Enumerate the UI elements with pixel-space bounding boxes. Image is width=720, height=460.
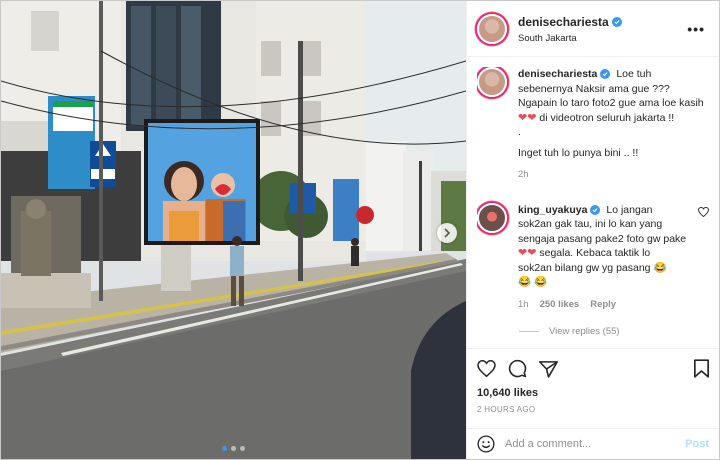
save-bookmark-icon[interactable] [694, 359, 709, 378]
post-timestamp: 2 HOURS AGO [477, 405, 536, 414]
replies-divider [519, 331, 539, 332]
likes-count[interactable]: 10,640 likes [477, 387, 709, 399]
reply-button[interactable]: Reply [590, 298, 616, 313]
comment-time[interactable]: 1h [518, 298, 529, 313]
add-comment-bar: Post [467, 428, 719, 459]
post-comment-button[interactable]: Post [685, 438, 709, 450]
caption-username-row: denisechariesta [518, 67, 611, 82]
heart-emoji-icon: ❤ [518, 111, 528, 124]
commenter-avatar[interactable] [477, 202, 507, 233]
comment-text-2: segala. Kebaca taktik lo sok2an bilang g… [518, 247, 651, 274]
carousel-dot-1 [222, 446, 227, 451]
street-scene-image [1, 1, 466, 459]
commenter-username-row: king_uyakuya [518, 203, 601, 218]
verified-badge-icon [590, 204, 601, 215]
post-side-panel: denisechariesta South Jakarta ••• denise… [466, 1, 719, 459]
verified-badge-icon [600, 69, 611, 80]
heart-emoji-icon: ❤ [518, 247, 528, 259]
caption-username[interactable]: denisechariesta [518, 67, 597, 82]
post-actions: 10,640 likes 2 HOURS AGO [467, 348, 719, 414]
share-paper-plane-icon[interactable] [539, 360, 558, 378]
post-photo[interactable] [1, 1, 466, 459]
comment-meta: 1h 250 likes Reply [518, 298, 687, 313]
author-username-row: denisechariesta [518, 15, 622, 29]
comment-input[interactable] [505, 438, 676, 450]
comment-body: king_uyakuya Lo jangan sok2an gak tau, i… [518, 203, 687, 313]
comment-bubble-icon[interactable] [508, 359, 527, 378]
comment-like-heart-icon[interactable] [698, 206, 709, 217]
more-options-button[interactable]: ••• [683, 21, 709, 37]
carousel-dot-3 [240, 446, 245, 451]
emoji-smiley-icon[interactable] [477, 435, 495, 453]
view-replies-label: View replies (55) [549, 326, 620, 337]
chevron-right-icon [444, 228, 451, 238]
carousel-indicator [1, 446, 466, 451]
caption-text-4: Inget tuh lo punya bini .. !! [518, 146, 639, 159]
caption-author-avatar[interactable] [477, 67, 507, 97]
comments-list: denisechariesta Loe tuh sebenernya Naksi… [477, 67, 709, 339]
carousel-next-button[interactable] [437, 223, 457, 243]
view-replies-button[interactable]: View replies (55) [519, 326, 709, 337]
post-location[interactable]: South Jakarta [518, 33, 683, 44]
comment-likes[interactable]: 250 likes [540, 298, 580, 313]
action-icons [477, 359, 709, 378]
header-text: denisechariesta South Jakarta [518, 13, 683, 44]
heart-emoji-icon: ❤ [527, 111, 537, 124]
laughing-emoji-icon: 😂 [518, 276, 532, 288]
carousel-dot-2 [231, 446, 236, 451]
caption-comment: denisechariesta Loe tuh sebenernya Naksi… [477, 67, 709, 183]
like-heart-icon[interactable] [477, 360, 496, 377]
reply-comment: king_uyakuya Lo jangan sok2an gak tau, i… [477, 202, 709, 313]
caption-time[interactable]: 2h [518, 168, 529, 183]
author-avatar[interactable] [477, 13, 507, 44]
laughing-emoji-icon: 😂 [653, 261, 667, 274]
caption-text-2: di videotron seluruh jakarta !! [539, 111, 675, 124]
post-header: denisechariesta South Jakarta ••• [467, 1, 719, 57]
caption-text-3: . [518, 126, 521, 138]
commenter-username[interactable]: king_uyakuya [518, 203, 587, 218]
caption-meta: 2h [518, 168, 709, 183]
laughing-emoji-icon: 😂 [534, 276, 548, 288]
verified-badge-icon [611, 17, 622, 27]
post-window: denisechariesta South Jakarta ••• denise… [0, 0, 720, 460]
author-username[interactable]: denisechariesta [518, 15, 609, 29]
caption-body: denisechariesta Loe tuh sebenernya Naksi… [518, 67, 709, 183]
emoji-row: 😂 😂 [518, 275, 687, 290]
heart-emoji-icon: ❤ [527, 247, 537, 259]
